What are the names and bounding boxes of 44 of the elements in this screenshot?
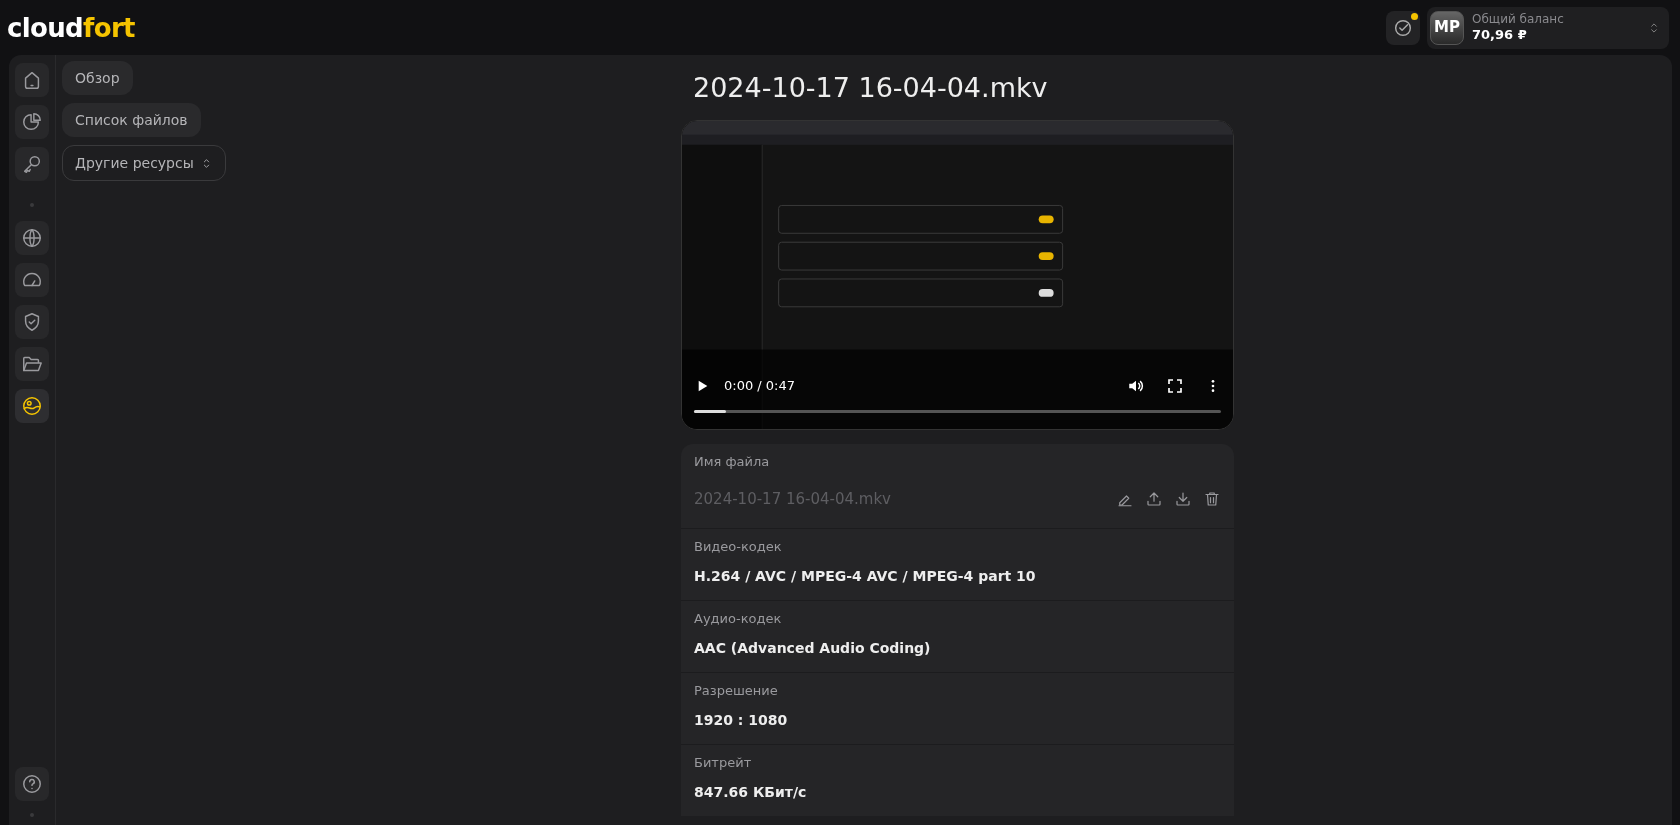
nav-button[interactable]: [15, 105, 49, 139]
detail-value: AAC (Advanced Audio Coding): [694, 639, 932, 658]
download-icon: [1174, 490, 1192, 508]
detail-label: Видео-кодек: [694, 538, 783, 556]
balance-label: Общий баланс: [1472, 11, 1565, 27]
video-player[interactable]: 0:00 / 0:47: [681, 120, 1234, 430]
detail-label: Битрейт: [694, 754, 753, 772]
nav-button[interactable]: [15, 263, 49, 297]
detail-label: Разрешение: [694, 682, 779, 700]
nav-button[interactable]: [15, 389, 49, 423]
fullscreen-icon: [1167, 378, 1183, 394]
detail-label: Имя файла: [694, 453, 771, 471]
detail-value: H.264 / AVC / MPEG-4 AVC / MPEG-4 part 10: [694, 567, 1037, 586]
delete-button[interactable]: [1203, 490, 1221, 508]
globe-icon: [21, 227, 43, 249]
fullscreen-button[interactable]: [1167, 378, 1183, 394]
detail-value: 1920 : 1080: [694, 711, 789, 730]
help-icon: [21, 773, 43, 795]
progress-track[interactable]: [694, 410, 1221, 413]
file-title: 2024-10-17 16-04-04.mkv: [693, 71, 1049, 102]
picture-circle-icon: [21, 395, 43, 417]
pie-chart-icon: [21, 111, 43, 133]
key-icon: [21, 153, 43, 175]
upload-icon: [1145, 490, 1163, 508]
file-name-value: 2024-10-17 16-04-04.mkv: [694, 488, 892, 510]
nav-button[interactable]: [15, 221, 49, 255]
nav-button[interactable]: [15, 63, 49, 97]
nav-button[interactable]: [15, 767, 49, 801]
nav-button[interactable]: [15, 305, 49, 339]
playback-time: 0:00 / 0:47: [724, 377, 796, 396]
trash-icon: [1203, 490, 1221, 508]
detail-value: 847.66 КБит/с: [694, 783, 808, 802]
share-button[interactable]: [1145, 490, 1163, 508]
nav-button[interactable]: [15, 347, 49, 381]
nav-button[interactable]: [15, 147, 49, 181]
detail-label: Аудио-кодек: [694, 610, 783, 628]
balance-amount: 70,96 ₽: [1472, 26, 1528, 44]
submenu-button[interactable]: Список файлов: [62, 103, 201, 137]
submenu-button[interactable]: Обзор: [62, 61, 133, 95]
resources-dropdown[interactable]: Другие ресурсы: [62, 145, 226, 181]
avatar: MP: [1430, 10, 1464, 45]
logo[interactable]: cloudfort: [7, 14, 135, 41]
download-button[interactable]: [1174, 490, 1192, 508]
notifications-button[interactable]: [1386, 10, 1420, 45]
